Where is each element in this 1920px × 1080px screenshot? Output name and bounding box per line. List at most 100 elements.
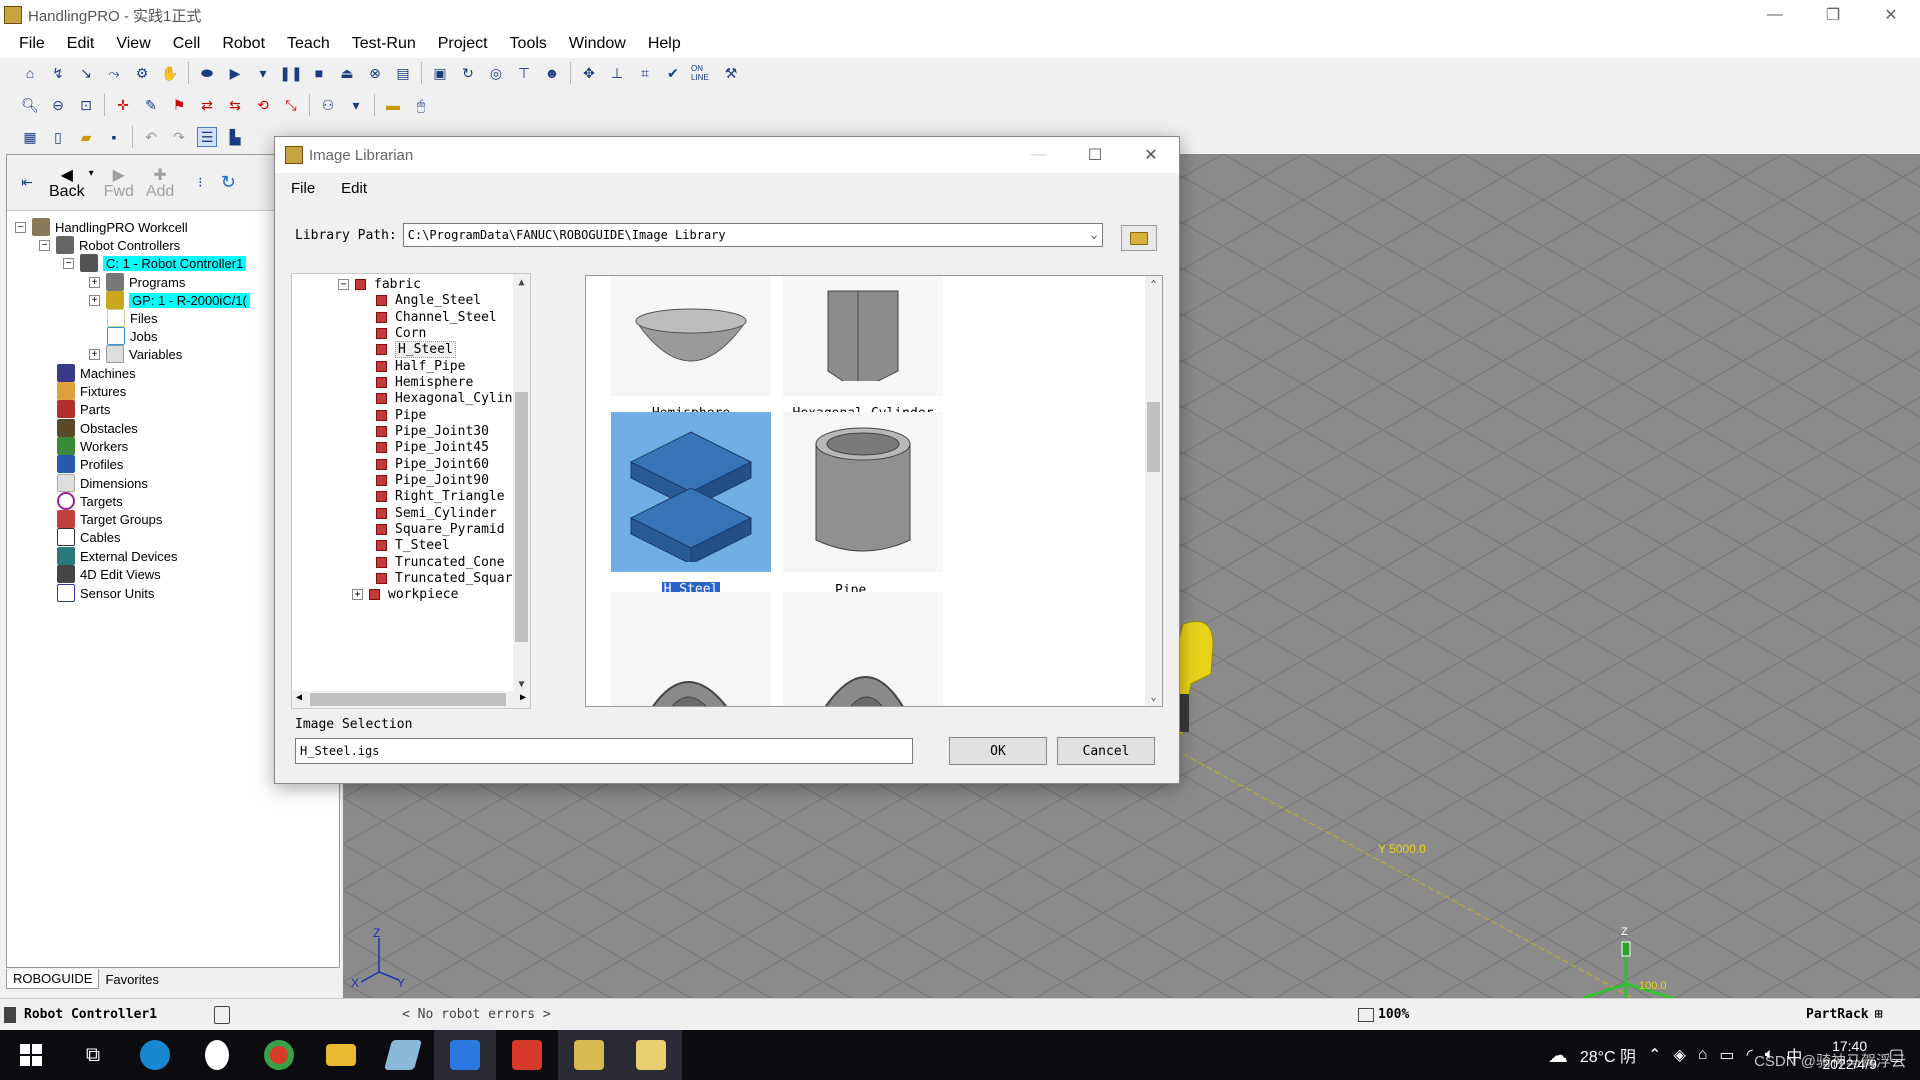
- library-path-combobox[interactable]: C:\ProgramData\FANUC\ROBOGUIDE\Image Lib…: [402, 223, 1103, 247]
- qq-button[interactable]: [186, 1030, 248, 1080]
- gallery-item-pipe[interactable]: [778, 412, 948, 572]
- tree-item-workers[interactable]: Workers: [57, 436, 128, 456]
- scroll-down-icon[interactable]: ⌄: [1145, 689, 1162, 706]
- tree-item-obstacles[interactable]: Obstacles: [57, 418, 138, 438]
- menu-view[interactable]: View: [105, 35, 161, 53]
- image-selection-input[interactable]: H_Steel.igs: [295, 738, 913, 764]
- handlingpro-button[interactable]: [620, 1030, 682, 1080]
- target-icon[interactable]: ◎: [486, 63, 506, 83]
- expand-icon[interactable]: +: [352, 588, 363, 600]
- tree-root[interactable]: − HandlingPRO Workcell: [15, 217, 188, 237]
- cycle-icon[interactable]: ↻: [458, 63, 478, 83]
- redo-icon[interactable]: ↷: [169, 127, 189, 147]
- dialog-close-button[interactable]: ✕: [1123, 137, 1179, 173]
- scroll-left-icon[interactable]: ◀: [296, 692, 302, 703]
- dialog-maximize-button[interactable]: ☐: [1067, 137, 1123, 173]
- online-icon[interactable]: ON LINE: [691, 63, 713, 83]
- tree-item-dimensions[interactable]: Dimensions: [57, 473, 148, 493]
- feishu-button[interactable]: [434, 1030, 496, 1080]
- tree-item-files[interactable]: Files: [107, 308, 157, 328]
- tree-item-external-devices[interactable]: External Devices: [57, 546, 178, 566]
- menu-tools[interactable]: Tools: [499, 35, 558, 53]
- jog-icon[interactable]: ↯: [48, 63, 68, 83]
- start-button[interactable]: [0, 1030, 62, 1080]
- app-button[interactable]: [372, 1030, 434, 1080]
- mouse-icon[interactable]: 🖱︎: [411, 95, 431, 115]
- scroll-thumb[interactable]: [1147, 402, 1160, 472]
- zoom-icon[interactable]: 🔍︎: [20, 95, 40, 115]
- cancel-button[interactable]: Cancel: [1057, 737, 1155, 765]
- menu-cell[interactable]: Cell: [162, 35, 212, 53]
- worker-icon[interactable]: ☻: [542, 63, 562, 83]
- frame-scale-icon[interactable]: ⤡: [281, 95, 301, 115]
- frame-offset-icon[interactable]: ⇆: [225, 95, 245, 115]
- eject-icon[interactable]: ⏏: [337, 63, 357, 83]
- menu-teach[interactable]: Teach: [276, 35, 341, 53]
- scroll-up-icon[interactable]: ⌃: [1145, 276, 1162, 293]
- robot-settings-icon[interactable]: ⚒: [721, 63, 741, 83]
- scroll-right-icon[interactable]: ▶: [520, 692, 526, 703]
- move-to-icon[interactable]: ↘: [76, 63, 96, 83]
- task-view-button[interactable]: ⧉: [62, 1030, 124, 1080]
- tree-item-fixtures[interactable]: Fixtures: [57, 381, 126, 401]
- tree-item-target-groups[interactable]: Target Groups: [57, 509, 162, 529]
- network-icon[interactable]: ⌂: [1698, 1046, 1708, 1064]
- scroll-thumb[interactable]: [515, 392, 528, 642]
- menu-window[interactable]: Window: [558, 35, 637, 53]
- close-button[interactable]: ✕: [1862, 0, 1920, 30]
- chevron-down-icon[interactable]: ⌄: [1091, 227, 1098, 241]
- stop-icon[interactable]: ■: [309, 63, 329, 83]
- tree-item-programs[interactable]: + Programs: [89, 272, 185, 292]
- expand-icon[interactable]: +: [89, 276, 100, 288]
- browse-folder-button[interactable]: [1121, 225, 1157, 251]
- collapse-icon[interactable]: −: [39, 239, 50, 251]
- security-icon[interactable]: ◈: [1673, 1045, 1685, 1065]
- gallery-item-h-steel[interactable]: H_Steel: [606, 412, 776, 598]
- dialog-menu-edit[interactable]: Edit: [341, 180, 367, 197]
- tree-item-robot-controllers[interactable]: − Robot Controllers: [39, 235, 180, 255]
- tree-view-icon[interactable]: ⁝: [190, 173, 210, 193]
- menu-edit[interactable]: Edit: [56, 35, 106, 53]
- tree-item-cables[interactable]: Cables: [57, 527, 120, 547]
- new-icon[interactable]: ▯: [48, 127, 68, 147]
- tree-item-parts[interactable]: Parts: [57, 399, 110, 419]
- program-icon[interactable]: ⬬: [197, 63, 217, 83]
- zoom-out-icon[interactable]: ⊖: [48, 95, 68, 115]
- record-icon[interactable]: ⤳: [104, 63, 124, 83]
- menu-robot[interactable]: Robot: [211, 35, 276, 53]
- scroll-thumb[interactable]: [310, 693, 506, 706]
- tree-item-4d-edit-views[interactable]: 4D Edit Views: [57, 564, 161, 584]
- open-icon[interactable]: ▰: [76, 127, 96, 147]
- add-button[interactable]: ✚ Add: [146, 165, 174, 201]
- gallery-vertical-scrollbar[interactable]: ⌃ ⌄: [1145, 276, 1162, 706]
- draw-icon[interactable]: ✎: [141, 95, 161, 115]
- fwd-button[interactable]: ▶ Fwd: [104, 165, 134, 201]
- controller-icon[interactable]: ▣: [430, 63, 450, 83]
- edge-button[interactable]: [124, 1030, 186, 1080]
- chrome-button[interactable]: [248, 1030, 310, 1080]
- ok-button[interactable]: OK: [949, 737, 1047, 765]
- chart-icon[interactable]: ▙: [225, 127, 245, 147]
- panel-icon[interactable]: ⇤: [17, 173, 37, 193]
- roboguide-button[interactable]: [558, 1030, 620, 1080]
- menu-file[interactable]: File: [8, 35, 56, 53]
- tab-roboguide[interactable]: ROBOGUIDE: [6, 969, 100, 989]
- tree-item-profiles[interactable]: Profiles: [57, 454, 123, 474]
- tree-item-targets[interactable]: Targets: [57, 491, 123, 511]
- gallery-item-hexagonal-cylinder[interactable]: Hexagonal_Cylinder: [778, 276, 948, 421]
- measure-icon[interactable]: ⊥: [607, 63, 627, 83]
- tree-item-machines[interactable]: Machines: [57, 363, 136, 383]
- grid-icon[interactable]: ▦: [20, 127, 40, 147]
- wps-button[interactable]: [496, 1030, 558, 1080]
- tree-item-variables[interactable]: + Variables: [89, 344, 182, 364]
- tree-item-jobs[interactable]: Jobs: [107, 326, 157, 346]
- menu-help[interactable]: Help: [637, 35, 692, 53]
- save-icon[interactable]: ▪: [104, 127, 124, 147]
- gripper-icon[interactable]: ✥: [579, 63, 599, 83]
- weather-icon[interactable]: ☁: [1548, 1043, 1568, 1068]
- tree-folder-workpiece[interactable]: + workpiece: [352, 584, 458, 604]
- minimize-button[interactable]: —: [1746, 0, 1804, 30]
- tree-vertical-scrollbar[interactable]: ▲ ▼: [513, 274, 530, 693]
- expand-icon[interactable]: +: [89, 348, 100, 360]
- menu-test-run[interactable]: Test-Run: [341, 35, 427, 53]
